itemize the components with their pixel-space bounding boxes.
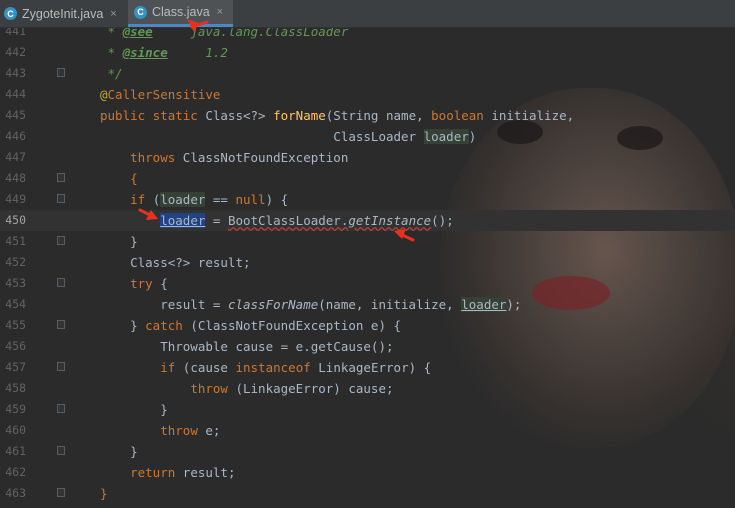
line-number: 446 [5,129,26,143]
code-line: 441 * @see java.lang.ClassLoader [0,28,735,42]
line-number: 442 [5,45,26,59]
line-number: 458 [5,381,26,395]
fold-icon[interactable] [57,362,65,371]
line-number: 454 [5,297,26,311]
fold-icon[interactable] [57,446,65,455]
code-line: 443 */ [0,63,735,84]
code-line: 453 try { [0,273,735,294]
line-number: 452 [5,255,26,269]
class-c-icon: C [134,5,147,19]
line-number: 460 [5,423,26,437]
close-icon[interactable]: × [110,8,116,20]
line-number: 461 [5,444,26,458]
code-line: 442 * @since 1.2 [0,42,735,63]
tab-zygoteinit[interactable]: C ZygoteInit.java × [4,0,125,27]
line-number: 455 [5,318,26,332]
line-number: 441 [5,28,26,38]
tab-label: ZygoteInit.java [22,6,104,21]
line-number: 444 [5,87,26,101]
class-c-icon: C [4,7,17,20]
fold-icon[interactable] [57,278,65,287]
line-number: 451 [5,234,26,248]
line-number: 443 [5,66,26,80]
code-line: 459 } [0,399,735,420]
editor-tab-bar: C ZygoteInit.java × C Class.java × [0,0,735,28]
line-number: 459 [5,402,26,416]
code-line: 448 { [0,168,735,189]
code-line: 444 @CallerSensitive [0,84,735,105]
close-icon[interactable]: × [217,6,223,18]
line-number: 450 [5,213,26,227]
fold-icon[interactable] [57,488,65,497]
code-line: 452 Class<?> result; [0,252,735,273]
loader-identifier[interactable]: loader [160,213,206,228]
fold-icon[interactable] [57,236,65,245]
fold-icon[interactable] [57,320,65,329]
line-number: 449 [5,192,26,206]
code-line: 455 } catch (ClassNotFoundException e) { [0,315,735,336]
code-editor[interactable]: 441 * @see java.lang.ClassLoader 442 * @… [0,28,735,508]
line-number: 445 [5,108,26,122]
code-line: 456 Throwable cause = e.getCause(); [0,336,735,357]
line-number: 462 [5,465,26,479]
fold-icon[interactable] [57,194,65,203]
code-line: 461 } [0,441,735,462]
fold-icon[interactable] [57,68,65,77]
code-line: 445 public static Class<?> forName(Strin… [0,105,735,126]
code-line: 447 throws ClassNotFoundException [0,147,735,168]
line-number: 448 [5,171,26,185]
code-line: 451 } [0,231,735,252]
code-line: 449 if (loader == null) { [0,189,735,210]
fold-icon[interactable] [57,173,65,182]
code-line: 457 if (cause instanceof LinkageError) { [0,357,735,378]
tab-label: Class.java [152,5,210,19]
code-line: 458 throw (LinkageError) cause; [0,378,735,399]
code-line-current: 450 loader = BootClassLoader.getInstance… [0,210,735,231]
code-line: 462 return result; [0,462,735,483]
code-line: 446 ClassLoader loader) [0,126,735,147]
line-number: 447 [5,150,26,164]
code-line: 454 result = classForName(name, initiali… [0,294,735,315]
fold-icon[interactable] [57,404,65,413]
line-number: 457 [5,360,26,374]
line-number: 453 [5,276,26,290]
code-line: 463 } [0,483,735,504]
tab-class-java[interactable]: C Class.java × [128,0,233,27]
code-line: 460 throw e; [0,420,735,441]
line-number: 463 [5,486,26,500]
line-number: 456 [5,339,26,353]
getinstance-call[interactable]: getInstance [348,213,431,228]
